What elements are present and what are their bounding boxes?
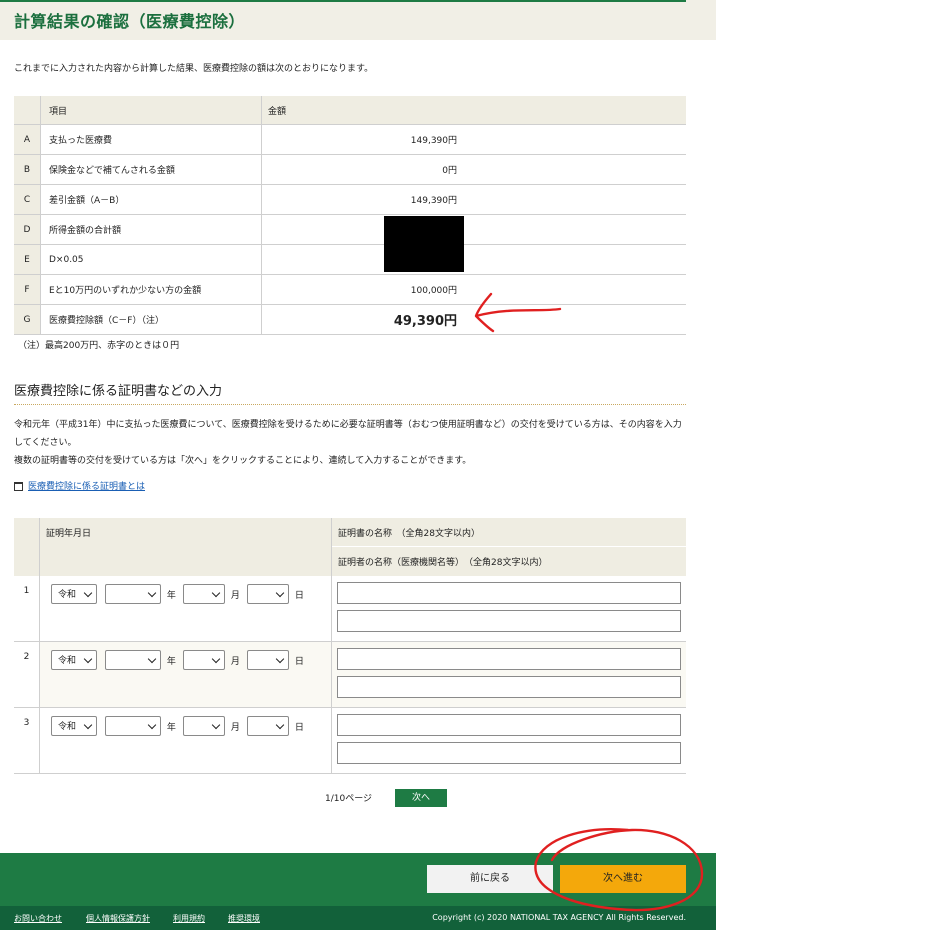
annotation-overlay [474,292,704,912]
red-circle-annotation [534,828,704,912]
red-arrow-annotation [474,292,562,333]
